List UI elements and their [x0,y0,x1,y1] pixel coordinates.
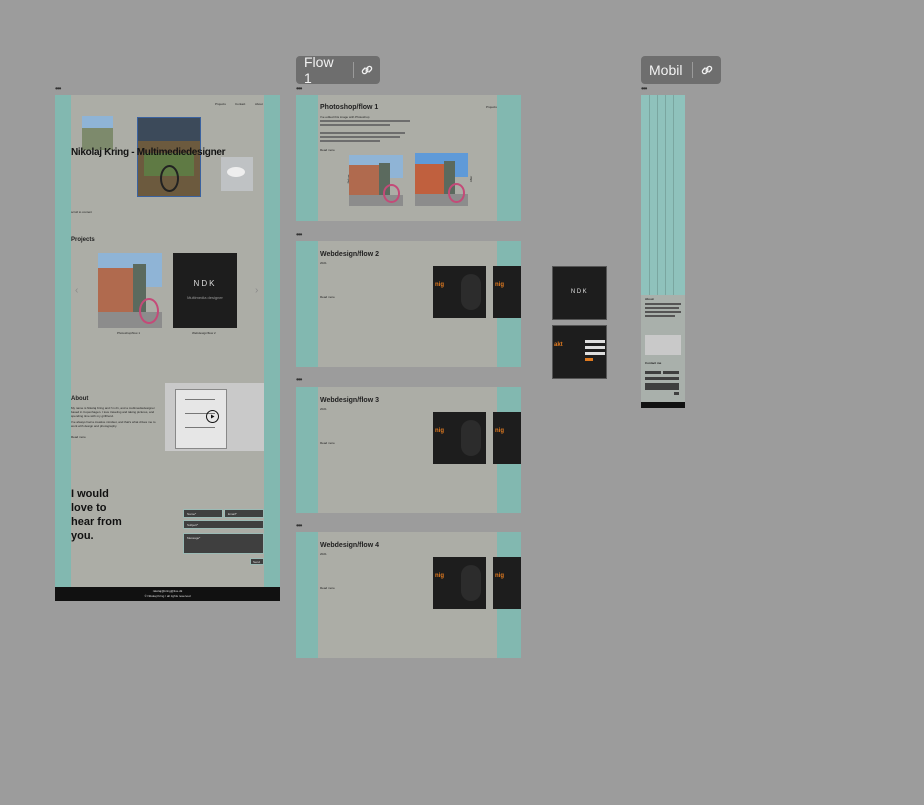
about-heading: About [71,396,89,402]
mobile-footer [641,402,685,408]
frame-menu-dots[interactable]: ••• [641,85,647,93]
web-screen-preview: nig [493,266,521,318]
footer-email[interactable]: nikolaj@kring@live.dk [55,589,280,593]
mobile-message-field[interactable] [645,383,679,390]
subject-field[interactable]: Subject* [183,520,264,529]
hero-photo-small [82,116,113,150]
project-card-image-1[interactable] [98,253,162,328]
flow-title: Photoshop/flow 1 [320,104,379,111]
carousel-next-icon[interactable]: › [255,285,258,296]
nav-projects[interactable]: Projects [486,105,497,109]
before-image [349,155,403,206]
link-icon[interactable] [693,56,721,84]
flow-frame-3[interactable]: Webdesign/flow 3 2021 Read more nig nig [296,387,521,513]
ndk-screen-thumbnail[interactable]: NDK [552,266,607,320]
flow-frame-4[interactable]: Webdesign/flow 4 2021 Read more nig nig [296,532,521,658]
scroll-text[interactable]: scroll to content [71,210,92,214]
flow-frame-2[interactable]: Webdesign/flow 2 2021 Read more nig nig [296,241,521,367]
after-image [415,153,468,206]
flow-1-label: Flow 1 [304,54,334,86]
contact-heading: I would love to hear from you. [71,488,122,542]
mobile-name-field[interactable] [645,371,661,374]
mobil-label: Mobil [649,62,683,78]
mobile-about-image [645,335,681,355]
mobile-send-button[interactable] [674,392,679,395]
kontakt-text: akt [554,342,563,348]
mobile-contact-heading: Contact me [645,361,662,365]
flow-year: 2021 [320,407,327,411]
footer: nikolaj@kring@live.dk © Nikolaj Kring / … [55,587,280,601]
mobile-subject-field[interactable] [645,377,679,380]
ndk-logo: NDK [570,289,589,295]
projects-heading: Projects [71,237,95,243]
carousel-prev-icon[interactable]: ‹ [75,285,78,296]
name-field[interactable]: Name* [183,509,223,518]
about-video-thumbnail[interactable] [165,383,264,451]
teal-side-bar [55,95,71,601]
contact-screen-thumbnail[interactable]: akt [552,325,607,379]
nav-projects[interactable]: Projects [215,102,226,106]
frame-menu-dots[interactable]: ••• [296,85,302,93]
flow-1-chip[interactable]: Flow 1 [296,54,380,86]
play-icon[interactable] [206,410,219,423]
ndk-tagline: Multimedia designer [187,295,223,300]
read-more-link[interactable]: Read more [320,441,335,445]
ndk-logo: NDK [193,279,217,288]
read-more-link[interactable]: Read more [320,586,335,590]
nav-about[interactable]: About [255,102,263,106]
link-icon[interactable] [354,56,380,84]
flow-intro: I've edited this image with Photoshop [320,115,370,119]
frame-menu-dots[interactable]: ••• [296,522,302,530]
web-screen-preview: nig [493,557,521,609]
hero-title: Nikolaj Kring - Multimediedesigner [71,147,226,158]
flow-year: 2021 [320,261,327,265]
teal-side-bar [264,95,280,601]
web-screen-preview: nig [433,557,486,609]
project-card-image-2[interactable]: NDK Multimedia designer [173,253,237,328]
web-screen-preview: nig [433,412,486,464]
about-text-2: I've always had a creative mindset, and … [71,420,156,428]
flow-year: 2021 [320,552,327,556]
frame-menu-dots[interactable]: ••• [55,85,61,93]
flow-title: Webdesign/flow 4 [320,542,379,549]
project-card-caption-1[interactable]: Photoshop/flow 1 [117,331,140,335]
mobile-email-field[interactable] [663,371,679,374]
read-more-link[interactable]: Read more [320,295,335,299]
web-screen-preview: nig [433,266,486,318]
flow-frame-1[interactable]: Photoshop/flow 1 Projects I've edited th… [296,95,521,221]
mobil-chip[interactable]: Mobil [641,56,721,84]
home-frame[interactable]: Projects Contact About Nikolaj Kring - M… [55,95,280,601]
about-read-more[interactable]: Read more [71,435,86,439]
frame-menu-dots[interactable]: ••• [296,376,302,384]
frame-menu-dots[interactable]: ••• [296,231,302,239]
mobile-frame[interactable]: About Contact me [641,95,685,408]
message-field[interactable]: Message* [183,533,264,554]
about-text-1: My name is Nikolaj Kring and I'm 21, and… [71,406,155,418]
mobile-about-heading: About [645,297,654,301]
send-button[interactable]: Send [250,558,264,565]
after-label: After [469,175,474,183]
nav-contact[interactable]: Contact [235,102,245,106]
footer-copyright: © Nikolaj Kring / all rights reserved [144,594,191,598]
email-field[interactable]: Email* [224,509,264,518]
flow-title: Webdesign/flow 3 [320,397,379,404]
web-screen-preview: nig [493,412,521,464]
read-more-link[interactable]: Read more [320,148,335,152]
project-card-caption-2[interactable]: Webdesign/flow 2 [192,331,216,335]
hero-photo-right [221,157,253,191]
flow-title: Webdesign/flow 2 [320,251,379,258]
